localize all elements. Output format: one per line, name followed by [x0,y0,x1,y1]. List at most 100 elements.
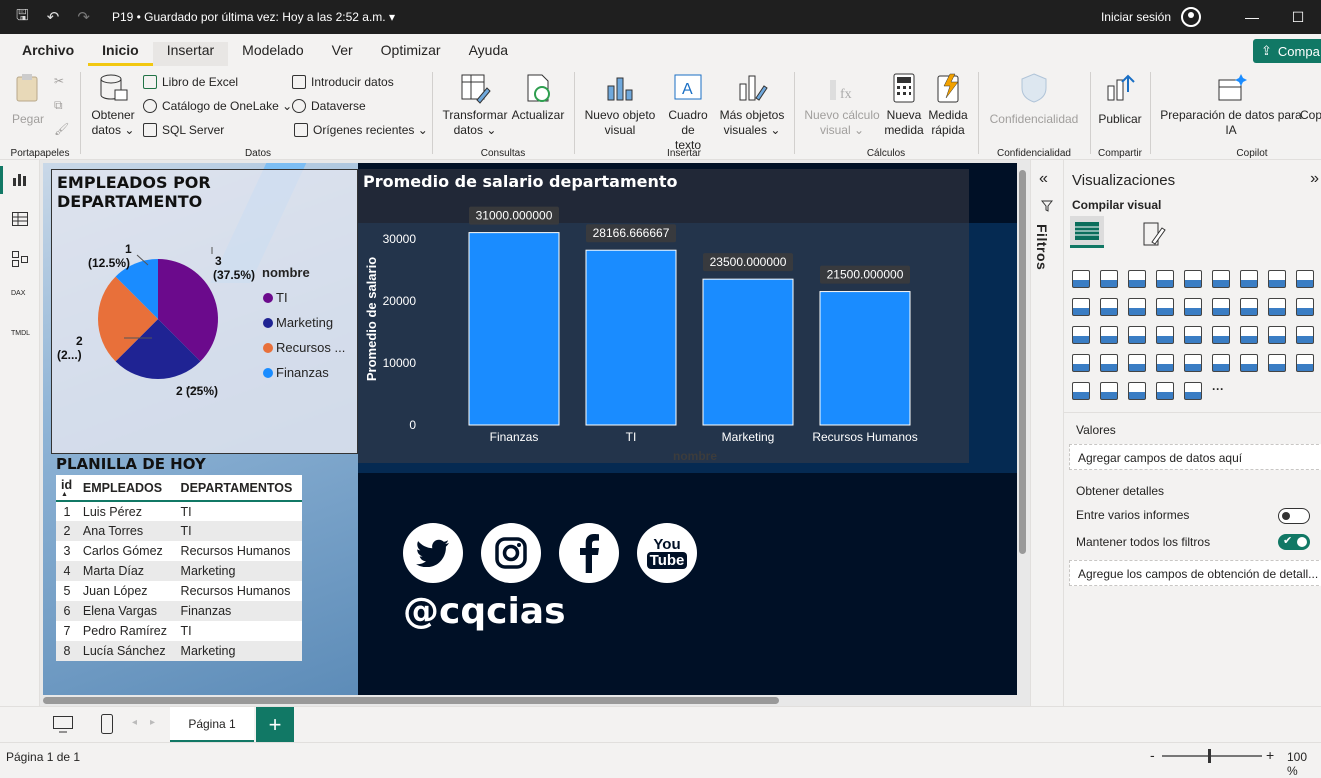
100-bar-visual-icon[interactable] [1184,270,1202,288]
zoom-in-button[interactable]: + [1266,747,1274,763]
pie-chart-visual[interactable]: EMPLEADOS POR DEPARTAMENTO 3 (37.5%) 2 (… [51,169,358,454]
filled-map-visual-icon[interactable] [1100,326,1118,344]
signin-link[interactable]: Iniciar sesión [1101,10,1171,24]
more-visuals-button[interactable]: Más objetos visuales ⌄ [718,70,786,138]
collapse-filters-icon[interactable]: « [1039,170,1048,188]
tab-archivo[interactable]: Archivo [8,42,88,66]
bar-chart-visual[interactable]: Promedio de salario departamento Promedi… [358,169,969,463]
vertical-scrollbar[interactable] [1019,170,1026,554]
pie-visual-icon[interactable] [1240,298,1258,316]
cross-report-toggle[interactable] [1278,508,1310,524]
gauge-visual-icon[interactable] [1156,326,1174,344]
narrative-arrow-visual-icon[interactable] [1184,382,1202,400]
table-row[interactable]: 3 Carlos Gómez Recursos Humanos [56,541,302,561]
paginated-visual-icon[interactable] [1268,354,1286,372]
sensitivity-button[interactable]: Confidencialidad [986,70,1082,127]
smart-narrative-visual-icon[interactable] [1240,354,1258,372]
refresh-button[interactable]: Actualizar [510,70,566,123]
column-header-departamentos[interactable]: DEPARTAMENTOS [175,475,302,502]
undo-icon[interactable]: ↶ [47,8,60,26]
avatar[interactable] [1181,7,1201,27]
ai-prep-button[interactable]: Preparación de datos para IA [1158,70,1304,138]
donut-visual-icon[interactable] [1268,298,1286,316]
power-apps-visual-icon[interactable] [1072,382,1090,400]
tab-ayuda[interactable]: Ayuda [455,42,522,66]
publish-button[interactable]: Publicar [1096,70,1144,127]
area-visual-icon[interactable] [1268,270,1286,288]
zoom-out-button[interactable]: - [1150,747,1155,763]
maximize-button[interactable]: ☐ [1275,9,1321,26]
share-button[interactable]: ⇪ Compa [1253,39,1321,63]
tab-inicio[interactable]: Inicio [88,42,153,66]
save-icon[interactable]: 🖫 [16,5,29,30]
table-row[interactable]: 5 Juan López Recursos Humanos [56,581,302,601]
redo-icon[interactable]: ↷ [77,8,90,26]
table-row[interactable]: 6 Elena Vargas Finanzas [56,601,302,621]
table-row[interactable]: 4 Marta Díaz Marketing [56,561,302,581]
zoom-level[interactable]: 100 % [1287,750,1321,778]
bar[interactable] [468,232,560,426]
more-visual-icon[interactable]: ··· [1212,382,1230,400]
prev-page-icon[interactable]: ◂ [132,717,137,728]
format-visual-tab[interactable] [1140,220,1168,251]
bar[interactable] [585,249,677,426]
power-automate-visual-icon[interactable] [1128,382,1146,400]
decomposition-tree-visual-icon[interactable] [1184,354,1202,372]
tab-ver[interactable]: Ver [318,42,367,66]
qna-visual-icon[interactable] [1212,354,1230,372]
cut-icon[interactable]: ✂ [54,74,64,88]
dataverse-button[interactable]: Dataverse [292,99,366,113]
clustered-bar-visual-icon[interactable] [1128,270,1146,288]
model-view-icon[interactable] [11,250,29,268]
legend-item[interactable]: Recursos ... [263,335,345,360]
metrics-visual-icon[interactable] [1100,382,1118,400]
zoom-slider[interactable] [1162,749,1262,763]
scatter-visual-icon[interactable] [1212,298,1230,316]
enter-data-button[interactable]: Introducir datos [292,75,394,89]
copy-icon[interactable]: ⧉ [54,98,63,113]
stacked-area-visual-icon[interactable] [1072,298,1090,316]
build-visual-tab[interactable] [1070,216,1104,248]
filters-pane[interactable]: « Filtros [1030,160,1063,706]
format-painter-icon[interactable]: 🖌 [54,122,69,136]
line-stacked-visual-icon[interactable] [1100,298,1118,316]
slicer-visual-icon[interactable] [1268,326,1286,344]
key-influencers-visual-icon[interactable] [1156,354,1174,372]
python-visual-visual-icon[interactable] [1128,354,1146,372]
matrix-visual-icon[interactable] [1072,354,1090,372]
line-column-visual-icon[interactable] [1296,270,1314,288]
card-visual-icon[interactable] [1184,326,1202,344]
azure-map-visual-icon[interactable] [1128,326,1146,344]
new-visual-calc-button[interactable]: fx Nuevo cálculo visual ⌄ [802,70,882,138]
column-header-empleados[interactable]: EMPLEADOS [77,475,176,502]
dax-query-icon[interactable]: DAX [11,290,29,308]
table-view-icon[interactable] [11,210,29,228]
document-title[interactable]: P19 • Guardado por última vez: Hoy a las… [112,10,395,24]
quick-measure-button[interactable]: Medida rápida [926,70,970,138]
tab-optimizar[interactable]: Optimizar [367,42,455,66]
multi-row-card-visual-icon[interactable] [1212,326,1230,344]
ribbon-visual-icon[interactable] [1128,298,1146,316]
horizontal-scrollbar[interactable] [43,697,779,704]
trophy-visual-icon[interactable] [1296,354,1314,372]
transform-data-button[interactable]: Transformar datos ⌄ [442,70,508,138]
onelake-button[interactable]: Catálogo de OneLake ⌄ [143,99,292,113]
stacked-column-visual-icon[interactable] [1100,270,1118,288]
table-row[interactable]: 7 Pedro Ramírez TI [56,621,302,641]
kpi-visual-icon[interactable] [1240,326,1258,344]
table-visual[interactable]: PLANILLA DE HOY id ▲ EMPLEADOS DEPARTAMEN… [56,455,302,665]
treemap-visual-icon[interactable] [1296,298,1314,316]
tab-modelado[interactable]: Modelado [228,42,318,66]
r-visual-visual-icon[interactable] [1100,354,1118,372]
bar[interactable] [819,291,911,426]
drillthrough-drop-field[interactable]: Agregue los campos de obtención de detal… [1069,560,1321,586]
new-visual-button[interactable]: Nuevo objeto visual [582,70,658,138]
100-column-visual-icon[interactable] [1212,270,1230,288]
table-visual-icon[interactable] [1296,326,1314,344]
add-page-button[interactable]: + [256,707,294,743]
keep-filters-toggle[interactable]: ✔ [1278,534,1310,550]
map-visual-icon[interactable] [1072,326,1090,344]
zoom-slider-thumb[interactable] [1208,749,1211,763]
report-view-icon[interactable] [11,170,29,188]
funnel-visual-icon[interactable] [1184,298,1202,316]
